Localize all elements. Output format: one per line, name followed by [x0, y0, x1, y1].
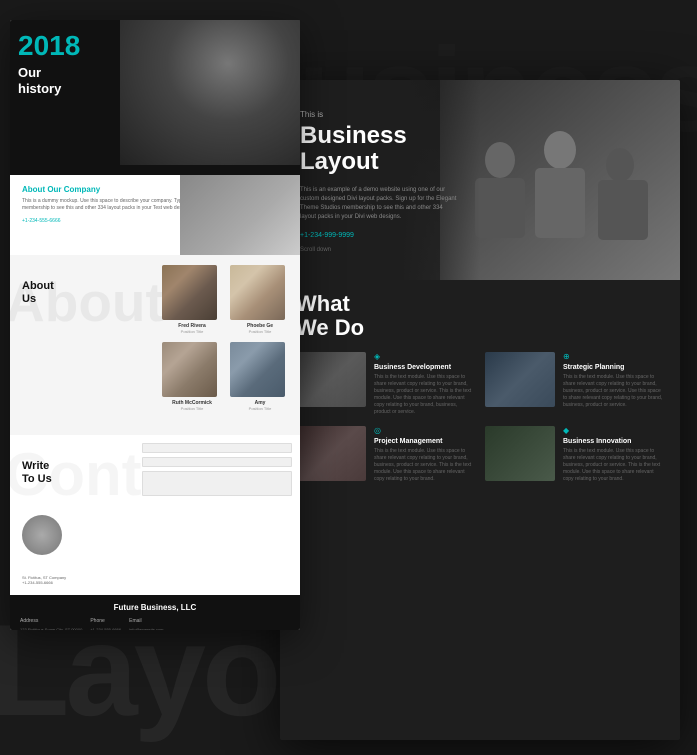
team-grid: Fred Rivera Position Title Phoebe Ge Pos… — [162, 265, 290, 411]
service-text-2: This is the text module. Use this space … — [563, 374, 664, 409]
year-label: 2018 — [18, 30, 80, 62]
service-title-3: Project Management — [374, 438, 475, 445]
footer-col-title-address: Address — [20, 618, 82, 624]
footer-col-title-phone: Phone — [90, 618, 121, 624]
form-name-field — [142, 443, 292, 453]
contact-info: St. Fictitus, ST Company +1-234-555-6666 — [22, 575, 66, 585]
service-photo-3 — [296, 426, 366, 481]
footer-col-phone: Phone +1-234-555-6666 — [90, 618, 121, 630]
our-history-block: Ourhistory — [18, 65, 61, 96]
team-photo-1 — [162, 265, 217, 320]
service-content-3: ◎ Project Management This is the text mo… — [374, 426, 475, 483]
rm-hero-content: This is Business Layout This is an examp… — [300, 110, 460, 253]
right-mockup: This is Business Layout This is an examp… — [280, 80, 680, 740]
rm-scroll-text: Scroll down — [300, 247, 460, 253]
team-member-4: Amy Position Title — [230, 342, 290, 411]
footer-columns: Address 123 Fictitious Some City, ST 000… — [20, 618, 290, 630]
footer-col-email: Email info@example.com — [129, 618, 163, 630]
service-item-1: ◈ Business Development This is the text … — [296, 352, 475, 416]
rm-what-line2: We Do — [296, 315, 364, 340]
team-role-2: Position Title — [230, 329, 290, 334]
team-role-3: Position Title — [162, 406, 222, 411]
team-role-4: Position Title — [230, 406, 290, 411]
service-title-1: Business Development — [374, 364, 475, 371]
footer-col-address: Address 123 Fictitious Some City, ST 000… — [20, 618, 82, 630]
service-title-4: Business Innovation — [563, 438, 664, 445]
service-photo-1 — [296, 352, 366, 407]
footer-company-name: Future Business, LLC — [20, 603, 290, 612]
service-text-1: This is the text module. Use this space … — [374, 374, 475, 416]
rm-services-grid: ◈ Business Development This is the text … — [296, 352, 664, 483]
service-text-3: This is the text module. Use this space … — [374, 448, 475, 483]
team-member-2: Phoebe Ge Position Title — [230, 265, 290, 334]
footer-col-text-email: info@example.com — [129, 627, 163, 630]
write-to-us-title: WriteTo Us — [22, 460, 52, 486]
history-photo — [120, 20, 300, 165]
team-photo-2 — [230, 265, 285, 320]
scene: Business Layo 2018 Ourhistory About Our … — [0, 0, 697, 755]
about-us-title: AboutUs — [22, 280, 54, 306]
rm-what-line1: What — [296, 291, 350, 316]
footer-col-title-email: Email — [129, 618, 163, 624]
rm-this-is-label: This is — [300, 110, 460, 119]
rm-main-title: Business Layout — [300, 123, 460, 176]
service-photo-2 — [485, 352, 555, 407]
footer-section: Future Business, LLC Address 123 Fictiti… — [10, 595, 300, 630]
team-member-1: Fred Rivera Position Title — [162, 265, 222, 334]
history-section: 2018 Ourhistory — [10, 20, 300, 175]
service-content-2: ⊕ Strategic Planning This is the text mo… — [563, 352, 664, 409]
rm-what-we-do-section: What We Do ◈ Business Development This i… — [280, 280, 680, 495]
form-message-field — [142, 471, 292, 496]
service-item-2: ⊕ Strategic Planning This is the text mo… — [485, 352, 664, 416]
about-us-section: About AboutUs Fred Rivera Position Title… — [10, 255, 300, 435]
service-content-4: ◆ Business Innovation This is the text m… — [563, 426, 664, 483]
rm-phone: +1-234-999-9999 — [300, 232, 460, 239]
contact-phone-2: +1-234-555-6666 — [22, 580, 66, 585]
service-icon-3: ◎ — [374, 426, 475, 435]
service-item-4: ◆ Business Innovation This is the text m… — [485, 426, 664, 483]
team-role-1: Position Title — [162, 329, 222, 334]
contact-avatar — [22, 515, 62, 555]
about-company-section: About Our Company This is a dummy mockup… — [10, 175, 300, 255]
form-email-field — [142, 457, 292, 467]
contact-section: Cont WriteTo Us St. Fictitus, ST Company… — [10, 435, 300, 595]
history-photo-inner — [120, 20, 300, 165]
service-icon-1: ◈ — [374, 352, 475, 361]
rm-subtitle: This is an example of a demo website usi… — [300, 186, 460, 222]
footer-col-text-address: 123 Fictitious Some City, ST 00000 — [20, 627, 82, 630]
service-icon-2: ⊕ — [563, 352, 664, 361]
footer-col-text-phone: +1-234-555-6666 — [90, 627, 121, 630]
contact-form — [142, 443, 292, 500]
service-title-2: Strategic Planning — [563, 364, 664, 371]
rm-title-line2: Layout — [300, 148, 379, 175]
our-history-text: Ourhistory — [18, 65, 61, 96]
service-icon-4: ◆ — [563, 426, 664, 435]
team-photo-3 — [162, 342, 217, 397]
rm-what-title: What We Do — [296, 292, 664, 340]
team-photo-4 — [230, 342, 285, 397]
service-item-3: ◎ Project Management This is the text mo… — [296, 426, 475, 483]
left-mockup: 2018 Ourhistory About Our Company This i… — [10, 20, 300, 630]
team-member-3: Ruth McCormick Position Title — [162, 342, 222, 411]
service-content-1: ◈ Business Development This is the text … — [374, 352, 475, 416]
service-text-4: This is the text module. Use this space … — [563, 448, 664, 483]
about-photo-right — [180, 175, 300, 255]
service-photo-4 — [485, 426, 555, 481]
rm-hero-section: This is Business Layout This is an examp… — [280, 80, 680, 280]
rm-title-line1: Business — [300, 122, 407, 149]
